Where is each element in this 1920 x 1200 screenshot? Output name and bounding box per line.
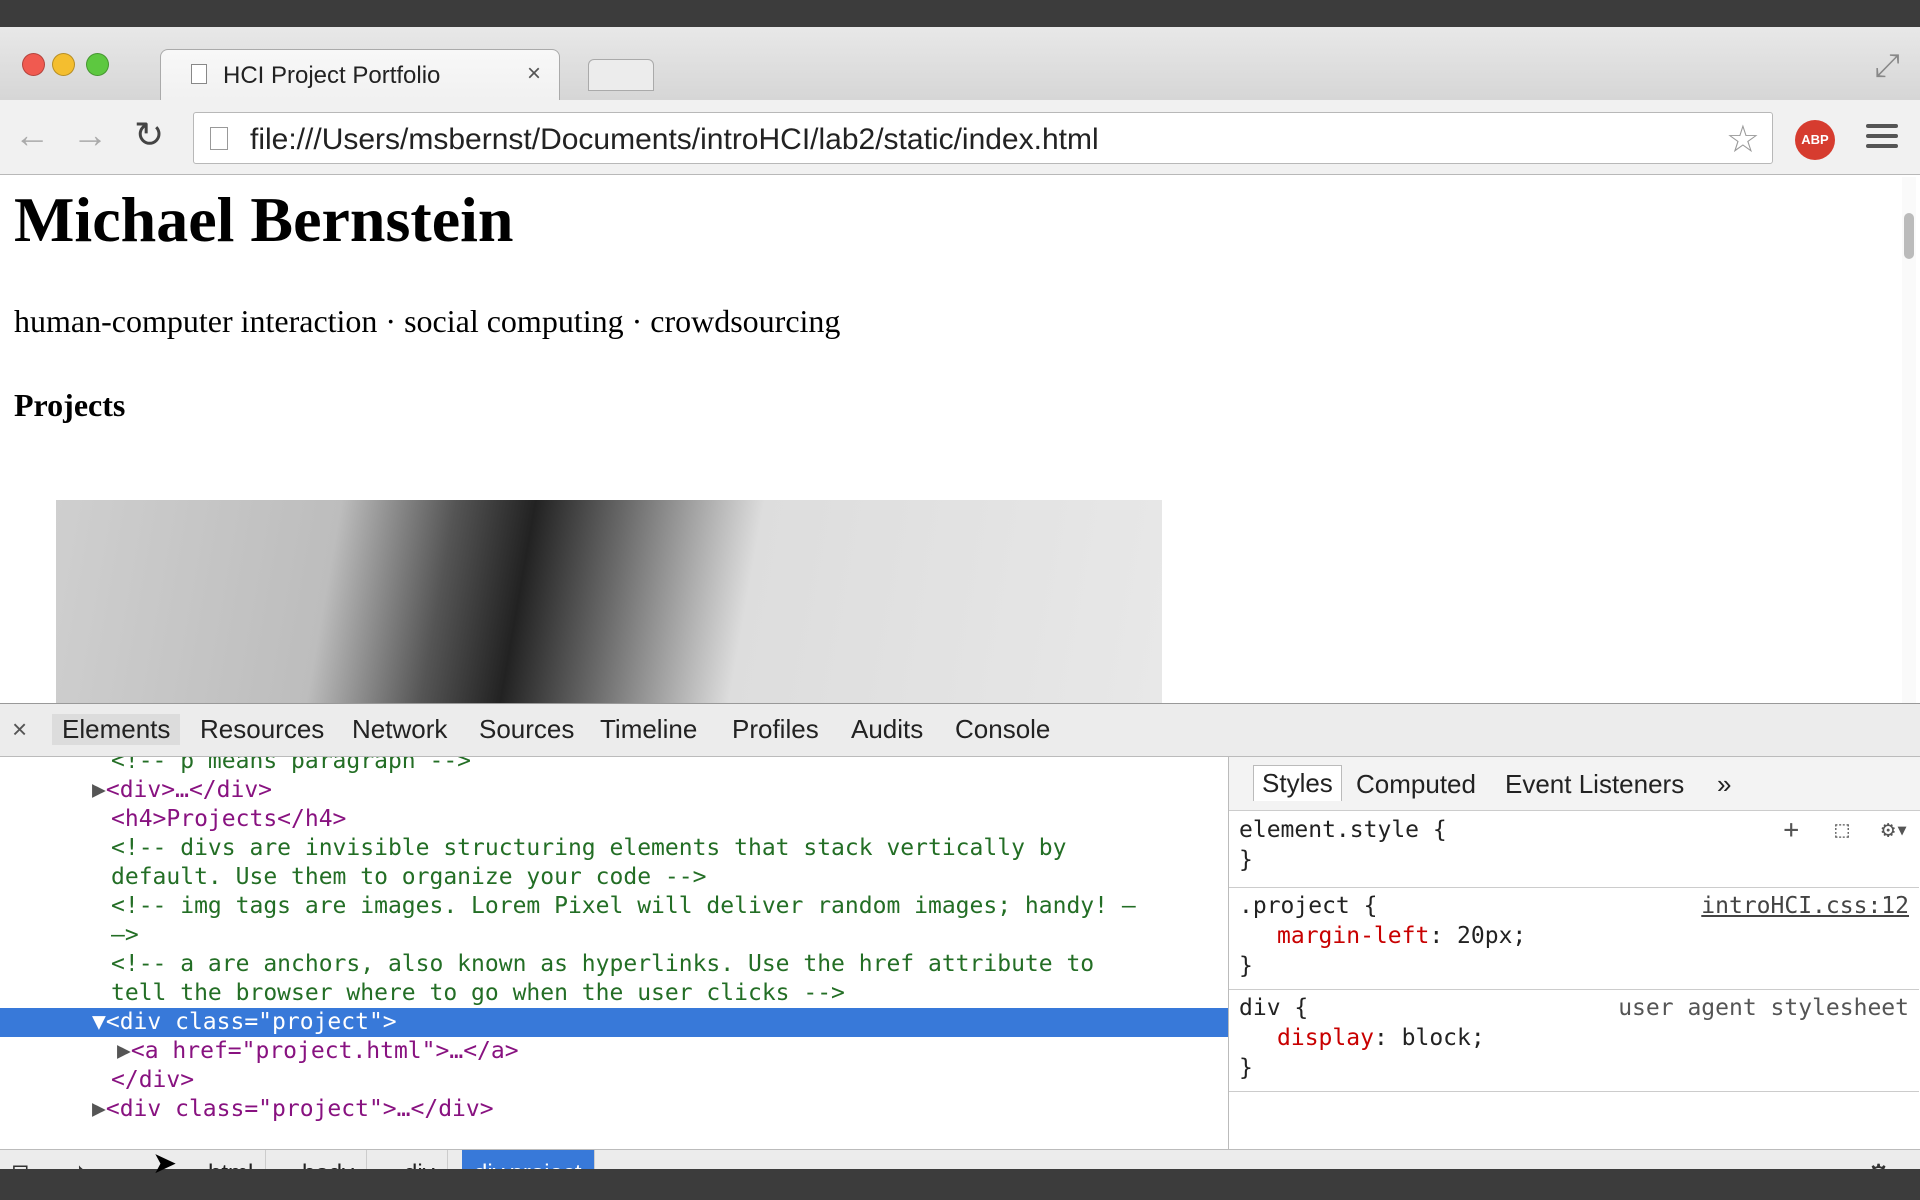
source-link[interactable]: introHCI.css:12 [1701, 891, 1909, 921]
document-icon [191, 64, 207, 84]
address-bar[interactable]: file:///Users/msbernst/Documents/introHC… [193, 112, 1773, 164]
breadcrumb-div-project[interactable]: div.project [462, 1150, 595, 1169]
breadcrumb-div[interactable]: div [392, 1150, 448, 1169]
dom-line[interactable]: tell the browser where to go when the us… [0, 979, 1228, 1008]
add-rule-icon[interactable]: + [1783, 815, 1799, 845]
devtools-statusbar: ⧉ ≻ ⌕ html body div div.project ⚙ [0, 1149, 1920, 1169]
new-tab-button[interactable] [588, 59, 654, 91]
minimize-window-button[interactable] [52, 53, 75, 76]
bookmark-star-icon[interactable]: ☆ [1726, 117, 1760, 162]
collapse-triangle-icon: ▼ [92, 1009, 106, 1035]
menu-icon[interactable] [1866, 124, 1898, 154]
page-heading: Michael Bernstein [14, 184, 514, 255]
project-image[interactable] [56, 500, 1162, 703]
rule-div[interactable]: div { user agent stylesheet display: blo… [1229, 989, 1919, 1092]
element-state-icon[interactable]: ⬚ [1835, 815, 1849, 845]
expand-triangle-icon: ▶ [92, 777, 106, 803]
tab-sources[interactable]: Sources [479, 714, 574, 745]
rule-project[interactable]: .project { introHCI.css:12 margin-left: … [1229, 887, 1919, 990]
tab-audits[interactable]: Audits [851, 714, 923, 745]
dom-line[interactable]: <!-- p means paragraph --> [0, 757, 1228, 776]
css-value[interactable]: 20px; [1457, 923, 1526, 949]
zoom-window-button[interactable] [86, 53, 109, 76]
breadcrumb-html[interactable]: html [196, 1150, 267, 1169]
tab-resources[interactable]: Resources [200, 714, 324, 745]
expand-triangle-icon: ▶ [92, 1096, 106, 1122]
dom-line[interactable]: –> [0, 921, 1228, 950]
tab-styles[interactable]: Styles [1253, 765, 1342, 801]
forward-arrow-icon[interactable]: → [72, 114, 108, 156]
close-window-button[interactable] [22, 53, 45, 76]
dom-line[interactable]: <!-- divs are invisible structuring elem… [0, 834, 1228, 863]
back-arrow-icon[interactable]: ← [14, 114, 50, 156]
dom-line[interactable]: <!-- a are anchors, also known as hyperl… [0, 950, 1228, 979]
browser-toolbar: ← → ↻ file:///Users/msbernst/Documents/i… [0, 100, 1920, 175]
dom-line[interactable]: <!-- img tags are images. Lorem Pixel wi… [0, 892, 1228, 921]
css-property[interactable]: margin-left [1277, 923, 1429, 949]
more-tabs-icon[interactable]: » [1717, 769, 1731, 800]
dock-icon[interactable]: ⧉ [12, 1158, 32, 1169]
page-scrollbar[interactable] [1902, 177, 1916, 703]
css-value: block; [1401, 1025, 1485, 1051]
url-text: file:///Users/msbernst/Documents/introHC… [250, 123, 1099, 156]
tab-close-icon[interactable]: × [527, 60, 541, 88]
fullscreen-icon[interactable]: ⤢ [1874, 47, 1900, 85]
dom-line[interactable]: ▶<div class="project">…</div> [0, 1095, 1228, 1124]
tab-event-listeners[interactable]: Event Listeners [1505, 769, 1684, 800]
tab-console[interactable]: Console [955, 714, 1050, 745]
breadcrumb-body[interactable]: body [290, 1150, 368, 1169]
browser-tab[interactable]: HCI Project Portfolio × [160, 49, 560, 100]
dom-line[interactable]: ▶<a href="project.html">…</a> [0, 1037, 1228, 1066]
devtools-tabbar: × Elements Resources Network Sources Tim… [0, 703, 1920, 757]
tab-network[interactable]: Network [352, 714, 447, 745]
adblock-icon[interactable]: ABP [1795, 120, 1835, 160]
tab-timeline[interactable]: Timeline [600, 714, 697, 745]
dom-line-selected[interactable]: ▼<div class="project"> [0, 1008, 1228, 1037]
tab-computed[interactable]: Computed [1356, 769, 1476, 800]
browser-window: HCI Project Portfolio × ⤢ ← → ↻ file:///… [0, 27, 1920, 1169]
gear-icon[interactable]: ⚙▾ [1881, 815, 1909, 845]
page-icon [210, 127, 228, 150]
dom-line[interactable]: default. Use them to organize your code … [0, 863, 1228, 892]
dom-line[interactable]: </div> [0, 1066, 1228, 1095]
tab-elements[interactable]: Elements [52, 714, 181, 745]
dom-line[interactable]: <h4>Projects</h4> [0, 805, 1228, 834]
tab-title: HCI Project Portfolio [223, 62, 441, 89]
dom-line[interactable]: ▶<div>…</div> [0, 776, 1228, 805]
projects-heading: Projects [14, 387, 126, 423]
elements-panel[interactable]: <!-- p means paragraph --> ▶<div>…</div>… [0, 757, 1228, 1149]
settings-gear-icon[interactable]: ⚙ [1866, 1158, 1891, 1169]
rule-element-style[interactable]: element.style { } + ⬚ ⚙▾ [1229, 811, 1919, 888]
tagline: human-computer interaction · social comp… [14, 303, 841, 339]
expand-triangle-icon: ▶ [117, 1038, 131, 1064]
title-bar: HCI Project Portfolio × ⤢ [0, 27, 1920, 100]
styles-pane: Styles Computed Event Listeners » elemen… [1228, 757, 1920, 1149]
page-viewport: Michael Bernstein human-computer interac… [0, 175, 1900, 703]
console-drawer-icon[interactable]: ≻ [76, 1158, 99, 1169]
styles-tabbar: Styles Computed Event Listeners » [1229, 757, 1920, 811]
mouse-cursor-icon: ➤ [152, 1147, 178, 1180]
devtools-close-icon[interactable]: × [12, 714, 27, 745]
source-label: user agent stylesheet [1618, 995, 1909, 1021]
css-property: display [1277, 1025, 1374, 1051]
reload-icon[interactable]: ↻ [134, 114, 164, 156]
tab-profiles[interactable]: Profiles [732, 714, 819, 745]
scrollbar-thumb[interactable] [1904, 213, 1914, 259]
